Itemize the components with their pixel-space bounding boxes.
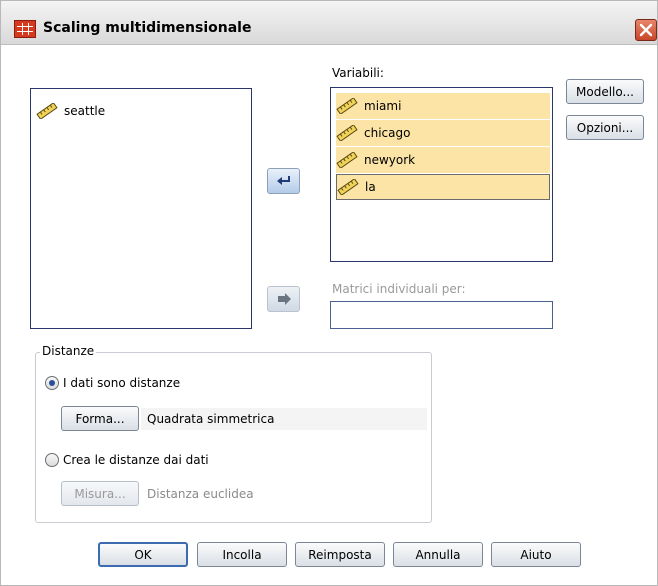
measure-button-label: Misura... [74, 486, 126, 501]
measure-button[interactable]: Misura... [61, 481, 139, 506]
move-individual-matrices-button[interactable] [267, 286, 300, 312]
cancel-button-label: Annulla [415, 547, 461, 562]
ruler-scale-icon [337, 179, 359, 195]
list-item-label: la [365, 180, 376, 194]
window-title: Scaling multidimensionale [43, 20, 252, 36]
paste-button-label: Incolla [222, 547, 262, 562]
spreadsheet-app-icon [14, 20, 36, 38]
ok-button-label: OK [134, 547, 152, 562]
create-distances-label[interactable]: Crea le distanze dai dati [63, 453, 209, 467]
cancel-button[interactable]: Annulla [393, 542, 483, 567]
ruler-scale-icon [336, 125, 358, 141]
create-distances-radio[interactable] [45, 453, 59, 467]
radio-selected-dot [49, 380, 55, 386]
distances-group-legend: Distanze [40, 344, 97, 358]
variables-label: Variabili: [332, 66, 384, 80]
list-item[interactable]: miami [336, 93, 550, 119]
arrow-left-icon [277, 176, 290, 185]
model-button-label: Modello... [576, 84, 634, 99]
list-item-label: chicago [364, 126, 411, 140]
arrow-right-icon [278, 293, 291, 305]
model-button[interactable]: Modello... [566, 79, 644, 104]
list-item-label: newyork [364, 153, 416, 167]
close-icon [639, 23, 653, 37]
reset-button[interactable]: Reimposta [295, 542, 385, 567]
list-item[interactable]: seattle [36, 98, 246, 124]
list-item[interactable]: newyork [336, 147, 550, 173]
list-item[interactable]: chicago [336, 120, 550, 146]
move-variables-button[interactable] [267, 168, 300, 194]
shape-button[interactable]: Forma... [61, 406, 139, 431]
ok-button[interactable]: OK [98, 542, 188, 567]
shape-value-text: Quadrata simmetrica [147, 412, 275, 426]
measure-value: Distanza euclidea [141, 483, 427, 505]
data-are-distances-label[interactable]: I dati sono distanze [63, 376, 180, 390]
dialog-window: Scaling multidimensionale seattle Variab… [0, 0, 658, 586]
list-item-label: seattle [64, 104, 106, 118]
close-button[interactable] [635, 19, 657, 41]
individual-matrices-field[interactable] [330, 301, 553, 329]
list-item[interactable]: la [336, 174, 550, 200]
individual-matrices-label: Matrici individuali per: [332, 282, 466, 296]
title-bar[interactable]: Scaling multidimensionale [1, 1, 657, 45]
reset-button-label: Reimposta [308, 547, 372, 562]
source-variable-list[interactable]: seattle [30, 88, 252, 329]
paste-button[interactable]: Incolla [197, 542, 287, 567]
options-button[interactable]: Opzioni... [566, 115, 644, 140]
help-button[interactable]: Aiuto [491, 542, 581, 567]
variables-list[interactable]: miami chicago newyork la [330, 87, 553, 262]
ruler-scale-icon [336, 152, 358, 168]
shape-button-label: Forma... [75, 411, 125, 426]
ruler-scale-icon [336, 98, 358, 114]
shape-value: Quadrata simmetrica [141, 408, 427, 430]
help-button-label: Aiuto [520, 547, 552, 562]
data-are-distances-radio[interactable] [45, 376, 59, 390]
ruler-scale-icon [36, 103, 58, 119]
measure-value-text: Distanza euclidea [147, 487, 254, 501]
list-item-label: miami [364, 99, 402, 113]
options-button-label: Opzioni... [576, 120, 634, 135]
